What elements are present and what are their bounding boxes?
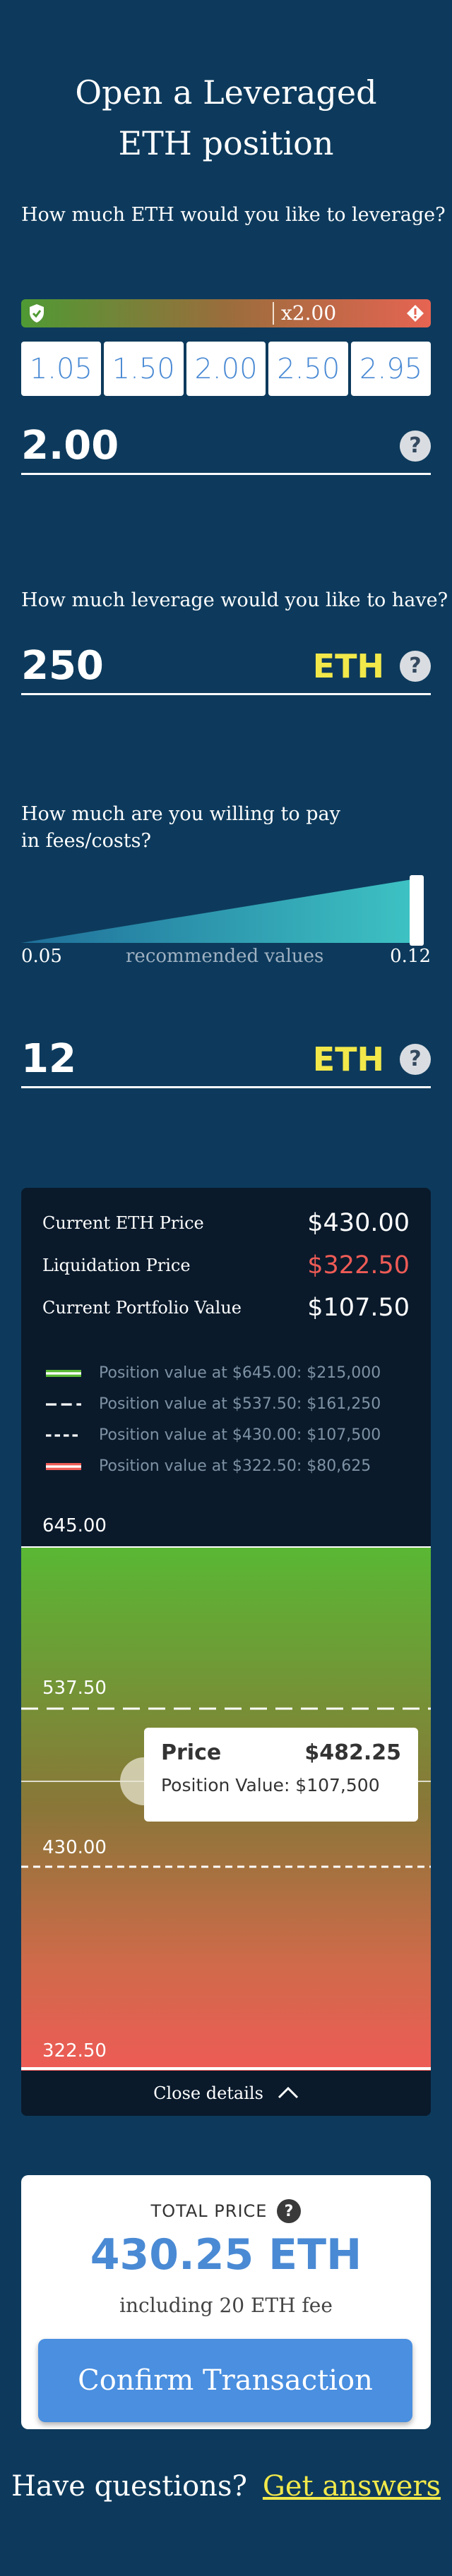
total-price-amount: 430.25 ETH <box>90 2230 362 2280</box>
fee-min-label: 0.05 <box>21 946 62 967</box>
fee-value[interactable]: 12 <box>21 1036 76 1082</box>
leverage-risk-slider[interactable]: x2.00 <box>21 299 431 327</box>
legend-swatch-dashed <box>46 1402 81 1406</box>
total-fee-note: including 20 ETH fee <box>119 2294 333 2317</box>
legend-label: Position value at $537.50: $161,250 <box>99 1395 381 1413</box>
leverage-option-1[interactable]: 1.05 <box>21 342 101 396</box>
fees-question-line2: in fees/costs? <box>21 830 151 852</box>
leverage-option-2[interactable]: 1.50 <box>103 342 184 396</box>
fee-input[interactable]: 12 ETH ? <box>21 1032 431 1088</box>
portfolio-value: $107.50 <box>307 1294 410 1322</box>
fee-recommended-label: recommended values <box>126 946 324 967</box>
leverage-question: How much ETH would you like to leverage? <box>21 204 446 226</box>
leverage-option-3[interactable]: 2.00 <box>186 342 266 396</box>
level-label-645: 645.00 <box>42 1515 107 1536</box>
fee-range-labels: 0.05 recommended values 0.12 <box>21 946 431 974</box>
fee-range-area <box>21 878 421 943</box>
liquidation-price-row: Liquidation Price $322.50 <box>42 1251 410 1280</box>
level-label-537: 537.50 <box>42 1678 107 1699</box>
portfolio-value-row: Current Portfolio Value $107.50 <box>42 1294 410 1322</box>
multiplier-label: x2.00 <box>281 301 337 325</box>
tooltip-price-value: $482.25 <box>304 1740 401 1765</box>
amount-input[interactable]: 250 ETH ? <box>21 639 431 695</box>
amount-unit: ETH <box>312 646 384 685</box>
amount-question: How much leverage would you like to have… <box>21 589 448 611</box>
tooltip-price-label: Price <box>161 1740 222 1765</box>
portfolio-value-label: Current Portfolio Value <box>42 1298 242 1318</box>
slider-marker[interactable] <box>273 302 274 325</box>
legend-item: Position value at $430.00: $107,500 <box>42 1426 381 1444</box>
level-label-322: 322.50 <box>42 2040 107 2062</box>
amount-value[interactable]: 250 <box>21 643 104 689</box>
confirm-transaction-button[interactable]: Confirm Transaction <box>38 2339 412 2422</box>
page-title: Open a Leveraged ETH position <box>0 67 452 169</box>
shield-check-icon <box>28 303 45 326</box>
total-price-header: TOTAL PRICE ? <box>21 2199 431 2223</box>
level-label-430: 430.00 <box>42 1837 107 1858</box>
get-answers-link[interactable]: Get answers <box>263 2470 441 2503</box>
help-footer: Have questions? Get answers <box>0 2470 452 2503</box>
help-icon[interactable]: ? <box>400 430 431 462</box>
legend-label: Position value at $322.50: $80,625 <box>99 1457 371 1475</box>
liquidation-price-label: Liquidation Price <box>42 1256 191 1275</box>
legend-item: Position value at $645.00: $215,000 <box>42 1364 381 1382</box>
page-title-line2: ETH position <box>118 124 334 162</box>
leverage-option-5[interactable]: 2.95 <box>351 342 431 396</box>
help-icon[interactable]: ? <box>400 1043 431 1075</box>
legend-label: Position value at $430.00: $107,500 <box>99 1426 381 1444</box>
close-details-label: Close details <box>153 2083 263 2103</box>
legend-label: Position value at $645.00: $215,000 <box>99 1364 381 1382</box>
fee-slider-handle[interactable] <box>410 875 424 946</box>
help-icon[interactable]: ? <box>277 2199 302 2223</box>
tooltip-position-value: Position Value: $107,500 <box>161 1775 380 1795</box>
liquidation-price-value: $322.50 <box>307 1251 410 1280</box>
legend-swatch-dotted <box>46 1433 81 1437</box>
page-title-line1: Open a Leveraged <box>75 73 377 112</box>
help-icon[interactable]: ? <box>400 650 431 682</box>
fees-question: How much are you willing to pay in fees/… <box>21 801 340 855</box>
warning-icon <box>405 303 425 326</box>
price-tooltip: Price $482.25 Position Value: $107,500 <box>144 1728 418 1822</box>
total-price-card: TOTAL PRICE ? 430.25 ETH including 20 ET… <box>21 2175 431 2429</box>
fees-question-line1: How much are you willing to pay <box>21 803 340 825</box>
fee-range-slider[interactable] <box>21 875 431 946</box>
leverage-input[interactable]: 2.00 ? <box>21 419 431 475</box>
current-price-value: $430.00 <box>307 1209 410 1237</box>
current-price-label: Current ETH Price <box>42 1213 204 1233</box>
legend-swatch-red <box>46 1462 81 1470</box>
current-price-row: Current ETH Price $430.00 <box>42 1209 410 1237</box>
close-details-button[interactable]: Close details <box>21 2071 431 2116</box>
leverage-value[interactable]: 2.00 <box>21 423 119 469</box>
legend-item: Position value at $537.50: $161,250 <box>42 1395 381 1413</box>
footer-question: Have questions? <box>11 2470 247 2503</box>
position-details-panel: Current ETH Price $430.00 Liquidation Pr… <box>21 1188 431 2116</box>
total-price-label: TOTAL PRICE <box>150 2201 268 2221</box>
fee-unit: ETH <box>312 1040 384 1078</box>
fee-max-label: 0.12 <box>390 946 431 967</box>
legend-swatch-green <box>46 1369 81 1377</box>
legend-item: Position value at $322.50: $80,625 <box>42 1457 371 1475</box>
chevron-up-icon <box>278 2083 299 2103</box>
leverage-option-4[interactable]: 2.50 <box>268 342 349 396</box>
leverage-options: 1.05 1.50 2.00 2.50 2.95 <box>21 342 431 396</box>
